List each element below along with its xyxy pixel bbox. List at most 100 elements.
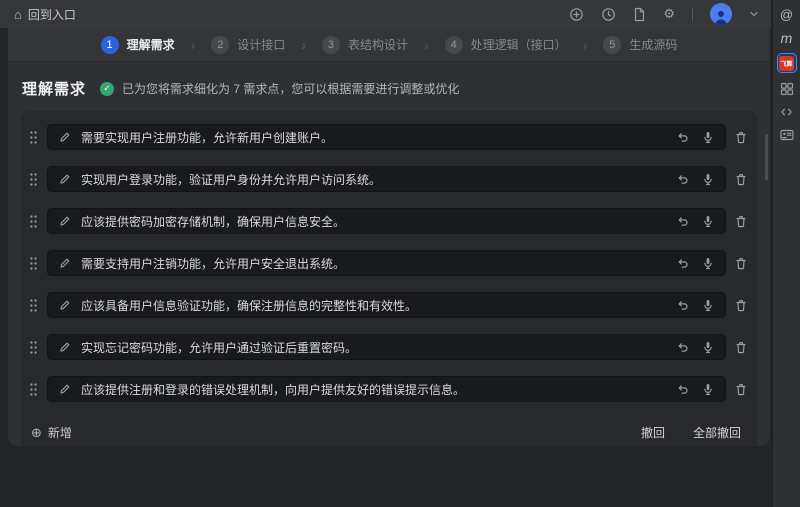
microphone-icon[interactable] [702, 131, 714, 144]
requirement-row: 应该提供注册和登录的错误处理机制，向用户提供友好的错误提示信息。 [27, 376, 749, 402]
feisuan-extension-selected[interactable]: 飞算 [777, 53, 797, 73]
regenerate-icon[interactable] [677, 131, 689, 143]
requirement-text: 应该提供密码加密存储机制，确保用户信息安全。 [81, 213, 345, 230]
success-banner-text: 已为您将需求细化为 7 需求点，您可以根据需要进行调整或优化 [122, 80, 459, 97]
delete-icon[interactable] [735, 173, 747, 186]
at-spiral-icon[interactable]: @ [780, 7, 793, 22]
step-number: 2 [211, 36, 229, 54]
microphone-icon[interactable] [702, 215, 714, 228]
plus-circle-icon[interactable] [569, 7, 584, 22]
step-number: 4 [445, 36, 463, 54]
step-label: 生成源码 [629, 36, 677, 53]
step-table-structure[interactable]: 3 表结构设计 [322, 36, 408, 54]
requirement-input[interactable]: 实现用户登录功能，验证用户身份并允许用户访问系统。 [47, 166, 726, 192]
step-design-interface[interactable]: 2 设计接口 [211, 36, 285, 54]
apps-grid-icon[interactable] [780, 81, 794, 96]
drag-handle-icon[interactable] [29, 298, 38, 313]
extensions-sidebar: @ m 飞算 [772, 0, 800, 507]
stepper: 1 理解需求 › 2 设计接口 › 3 表结构设计 › 4 处理逻辑（接口） ›… [8, 28, 770, 62]
delete-icon[interactable] [735, 299, 747, 312]
edit-pencil-icon [59, 341, 71, 353]
page-title: 理解需求 [22, 78, 86, 99]
requirement-row: 应该提供密码加密存储机制，确保用户信息安全。 [27, 208, 749, 234]
topbar-divider [692, 8, 693, 21]
topbar: ⌂ 回到入口 ⚙ [0, 0, 771, 28]
delete-icon[interactable] [735, 257, 747, 270]
microphone-icon[interactable] [702, 173, 714, 186]
step-understand-requirements[interactable]: 1 理解需求 [101, 36, 175, 54]
requirement-text: 应该提供注册和登录的错误处理机制，向用户提供友好的错误提示信息。 [81, 381, 465, 398]
microphone-icon[interactable] [702, 383, 714, 396]
requirement-text: 需要实现用户注册功能，允许新用户创建账户。 [81, 129, 333, 146]
chevron-down-icon[interactable] [749, 10, 759, 18]
requirement-input[interactable]: 需要支持用户注销功能，允许用户安全退出系统。 [47, 250, 726, 276]
requirement-row: 需要实现用户注册功能，允许新用户创建账户。 [27, 124, 749, 150]
step-label: 处理逻辑（接口） [471, 36, 567, 53]
delete-icon[interactable] [735, 383, 747, 396]
delete-icon[interactable] [735, 215, 747, 228]
back-to-entry-link[interactable]: ⌂ 回到入口 [14, 6, 76, 23]
code-icon[interactable] [780, 104, 793, 119]
step-label: 设计接口 [237, 36, 285, 53]
regenerate-icon[interactable] [677, 341, 689, 353]
microphone-icon[interactable] [702, 299, 714, 312]
stepper-chevron-icon: › [422, 37, 431, 53]
regenerate-icon[interactable] [677, 173, 689, 185]
requirement-text: 实现用户登录功能，验证用户身份并允许用户访问系统。 [81, 171, 381, 188]
add-requirement-button[interactable]: ⊕ 新增 [31, 424, 72, 441]
step-number: 1 [101, 36, 119, 54]
list-footer: ⊕ 新增 撤回 全部撤回 [27, 418, 749, 446]
home-icon: ⌂ [14, 7, 22, 22]
requirement-row: 需要支持用户注销功能，允许用户安全退出系统。 [27, 250, 749, 276]
undo-button[interactable]: 撤回 [641, 424, 665, 441]
feisuan-badge-icon: 飞算 [779, 56, 794, 71]
stepper-chevron-icon: › [299, 37, 308, 53]
requirement-input[interactable]: 实现忘记密码功能，允许用户通过验证后重置密码。 [47, 334, 726, 360]
contact-card-icon[interactable] [780, 127, 794, 142]
file-icon[interactable] [633, 7, 646, 22]
requirement-input[interactable]: 应该提供密码加密存储机制，确保用户信息安全。 [47, 208, 726, 234]
requirement-input[interactable]: 应该具备用户信息验证功能，确保注册信息的完整性和有效性。 [47, 292, 726, 318]
regenerate-icon[interactable] [677, 215, 689, 227]
requirement-text: 应该具备用户信息验证功能，确保注册信息的完整性和有效性。 [81, 297, 417, 314]
microphone-icon[interactable] [702, 257, 714, 270]
drag-handle-icon[interactable] [29, 172, 38, 187]
user-avatar[interactable] [710, 3, 732, 25]
delete-icon[interactable] [735, 341, 747, 354]
edit-pencil-icon [59, 215, 71, 227]
requirement-text: 实现忘记密码功能，允许用户通过验证后重置密码。 [81, 339, 357, 356]
requirement-input[interactable]: 应该提供注册和登录的错误处理机制，向用户提供友好的错误提示信息。 [47, 376, 726, 402]
stepper-chevron-icon: › [581, 37, 590, 53]
drag-handle-icon[interactable] [29, 130, 38, 145]
microphone-icon[interactable] [702, 341, 714, 354]
delete-icon[interactable] [735, 131, 747, 144]
regenerate-icon[interactable] [677, 383, 689, 395]
title-row: 理解需求 ✓ 已为您将需求细化为 7 需求点，您可以根据需要进行调整或优化 [16, 72, 762, 111]
back-to-entry-label: 回到入口 [28, 6, 76, 23]
drag-handle-icon[interactable] [29, 340, 38, 355]
undo-all-button[interactable]: 全部撤回 [693, 424, 741, 441]
success-check-icon: ✓ [100, 82, 114, 96]
step-label: 表结构设计 [348, 36, 408, 53]
edit-pencil-icon [59, 257, 71, 269]
edit-pencil-icon [59, 131, 71, 143]
history-icon[interactable] [601, 7, 616, 22]
m-logo-icon[interactable]: m [781, 30, 793, 45]
step-processing-logic[interactable]: 4 处理逻辑（接口） [445, 36, 567, 54]
edit-pencil-icon [59, 173, 71, 185]
requirement-row: 实现用户登录功能，验证用户身份并允许用户访问系统。 [27, 166, 749, 192]
requirements-list: 需要实现用户注册功能，允许新用户创建账户。 实现用户登录功能，验证用户身份并允许… [21, 111, 757, 446]
requirement-input[interactable]: 需要实现用户注册功能，允许新用户创建账户。 [47, 124, 726, 150]
drag-handle-icon[interactable] [29, 256, 38, 271]
content-area: 理解需求 ✓ 已为您将需求细化为 7 需求点，您可以根据需要进行调整或优化 需要… [8, 62, 770, 446]
scrollbar-thumb[interactable] [765, 134, 768, 180]
settings-gear-icon[interactable]: ⚙ [663, 6, 675, 22]
step-number: 5 [603, 36, 621, 54]
drag-handle-icon[interactable] [29, 382, 38, 397]
requirement-text: 需要支持用户注销功能，允许用户安全退出系统。 [81, 255, 345, 272]
edit-pencil-icon [59, 299, 71, 311]
regenerate-icon[interactable] [677, 299, 689, 311]
regenerate-icon[interactable] [677, 257, 689, 269]
drag-handle-icon[interactable] [29, 214, 38, 229]
step-generate-source[interactable]: 5 生成源码 [603, 36, 677, 54]
